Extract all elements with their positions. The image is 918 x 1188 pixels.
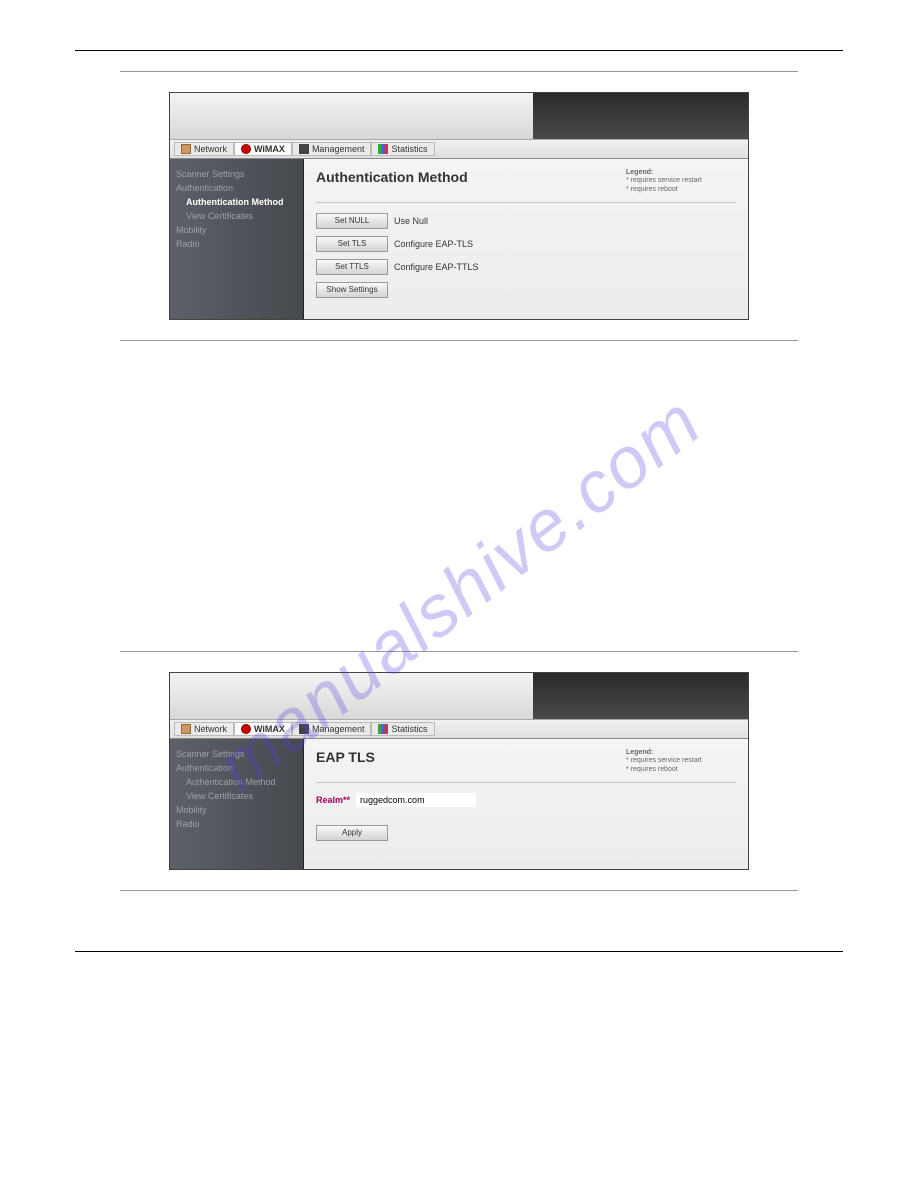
legend-box: Legend: * requires service restart * req… bbox=[626, 169, 736, 194]
network-icon bbox=[181, 144, 191, 154]
banner bbox=[170, 93, 748, 139]
statistics-icon bbox=[378, 724, 388, 734]
tab-management-label: Management bbox=[312, 724, 365, 734]
management-icon bbox=[299, 724, 309, 734]
sidebar: Scanner Settings Authentication Authenti… bbox=[170, 739, 304, 869]
tab-wimax-label: WiMAX bbox=[254, 724, 285, 734]
tab-statistics[interactable]: Statistics bbox=[371, 722, 434, 736]
rule-below-fig1 bbox=[120, 340, 798, 341]
rule-below-fig2 bbox=[120, 890, 798, 891]
show-settings-button[interactable]: Show Settings bbox=[316, 282, 388, 298]
legend-title: Legend: bbox=[626, 749, 736, 757]
tab-wimax[interactable]: WiMAX bbox=[234, 722, 292, 736]
tab-management[interactable]: Management bbox=[292, 722, 372, 736]
sidebar-item-scanner[interactable]: Scanner Settings bbox=[176, 747, 297, 761]
tab-network-label: Network bbox=[194, 724, 227, 734]
sidebar-item-scanner[interactable]: Scanner Settings bbox=[176, 167, 297, 181]
page-title: EAP TLS bbox=[316, 749, 375, 774]
sidebar-item-radio[interactable]: Radio bbox=[176, 817, 297, 831]
management-icon bbox=[299, 144, 309, 154]
apply-button[interactable]: Apply bbox=[316, 825, 388, 841]
sidebar-item-auth[interactable]: Authentication bbox=[176, 181, 297, 195]
set-null-button[interactable]: Set NULL bbox=[316, 213, 388, 229]
statistics-icon bbox=[378, 144, 388, 154]
sidebar-item-mobility[interactable]: Mobility bbox=[176, 223, 297, 237]
tab-network-label: Network bbox=[194, 144, 227, 154]
page-title: Authentication Method bbox=[316, 169, 468, 194]
sidebar-item-auth-method[interactable]: Authentication Method bbox=[176, 775, 297, 789]
legend-line2: * requires reboot bbox=[626, 186, 736, 194]
tab-statistics-label: Statistics bbox=[391, 144, 427, 154]
set-ttls-button[interactable]: Set TTLS bbox=[316, 259, 388, 275]
content-panel: Authentication Method Legend: * requires… bbox=[304, 159, 748, 319]
sidebar-item-radio[interactable]: Radio bbox=[176, 237, 297, 251]
app-window-1: Network WiMAX Management Statistics Scan… bbox=[169, 92, 749, 320]
sidebar-item-view-cert[interactable]: View Certificates bbox=[176, 209, 297, 223]
configure-eap-tls-label: Configure EAP-TLS bbox=[394, 239, 473, 249]
set-tls-button[interactable]: Set TLS bbox=[316, 236, 388, 252]
rule-top bbox=[75, 50, 843, 51]
legend-box: Legend: * requires service restart * req… bbox=[626, 749, 736, 774]
spacer bbox=[75, 361, 843, 631]
content-panel: EAP TLS Legend: * requires service resta… bbox=[304, 739, 748, 869]
realm-input[interactable] bbox=[356, 793, 476, 807]
sidebar: Scanner Settings Authentication Authenti… bbox=[170, 159, 304, 319]
tab-management[interactable]: Management bbox=[292, 142, 372, 156]
tab-management-label: Management bbox=[312, 144, 365, 154]
app-window-2: Network WiMAX Management Statistics Scan… bbox=[169, 672, 749, 870]
sidebar-item-view-cert[interactable]: View Certificates bbox=[176, 789, 297, 803]
tab-wimax[interactable]: WiMAX bbox=[234, 142, 292, 156]
rule-above-fig2 bbox=[120, 651, 798, 652]
use-null-label: Use Null bbox=[394, 216, 428, 226]
banner bbox=[170, 673, 748, 719]
figure-auth-method: Network WiMAX Management Statistics Scan… bbox=[120, 92, 798, 320]
nav-tabs: Network WiMAX Management Statistics bbox=[170, 139, 748, 159]
tab-statistics[interactable]: Statistics bbox=[371, 142, 434, 156]
sidebar-item-mobility[interactable]: Mobility bbox=[176, 803, 297, 817]
tab-wimax-label: WiMAX bbox=[254, 144, 285, 154]
sidebar-item-auth[interactable]: Authentication bbox=[176, 761, 297, 775]
wimax-icon bbox=[241, 724, 251, 734]
legend-line1: * requires service restart bbox=[626, 177, 736, 185]
wimax-icon bbox=[241, 144, 251, 154]
rule-bottom bbox=[75, 951, 843, 952]
legend-line1: * requires service restart bbox=[626, 757, 736, 765]
sidebar-item-auth-method[interactable]: Authentication Method bbox=[176, 195, 297, 209]
tab-network[interactable]: Network bbox=[174, 142, 234, 156]
configure-eap-ttls-label: Configure EAP-TTLS bbox=[394, 262, 479, 272]
realm-label: Realm** bbox=[316, 795, 350, 805]
legend-line2: * requires reboot bbox=[626, 766, 736, 774]
network-icon bbox=[181, 724, 191, 734]
tab-statistics-label: Statistics bbox=[391, 724, 427, 734]
nav-tabs: Network WiMAX Management Statistics bbox=[170, 719, 748, 739]
legend-title: Legend: bbox=[626, 169, 736, 177]
rule-above-fig1 bbox=[120, 71, 798, 72]
figure-eap-tls: Network WiMAX Management Statistics Scan… bbox=[120, 672, 798, 870]
tab-network[interactable]: Network bbox=[174, 722, 234, 736]
